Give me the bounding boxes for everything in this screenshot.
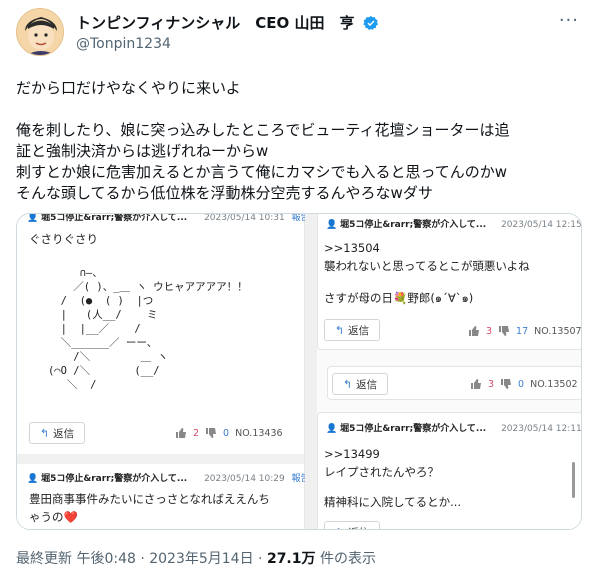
reply-label: 返信 bbox=[356, 378, 378, 391]
vote-bar: 3 0 NO.13502 bbox=[470, 378, 578, 390]
post-number: NO.13507 bbox=[534, 325, 582, 337]
reply-button[interactable]: ↰ 返信 bbox=[29, 422, 85, 444]
display-name[interactable]: トンピンフィナンシャル CEO 山田 亨 bbox=[76, 12, 379, 35]
tweet-line: 刺すとか娘に危害加えるとか言うて俺にカマシでも入ると思ってんのかw bbox=[16, 163, 508, 181]
reply-button[interactable]: ↰ 返信 bbox=[332, 373, 388, 395]
thumbs-up-icon[interactable] bbox=[470, 378, 482, 390]
post-user: 堀5コ停止&rarr;警察が介入して... bbox=[340, 220, 487, 230]
vote-bar: 2 0 NO.13436 bbox=[175, 427, 283, 439]
downvote-count: 17 bbox=[516, 325, 529, 337]
reply-arrow-icon: ↰ bbox=[342, 377, 353, 391]
left-column: 👤 堀5コ停止&rarr;警察が介入して... 2023/05/14 10:31… bbox=[17, 214, 310, 529]
post-text: ぐさりぐさり bbox=[29, 232, 98, 246]
reply-label: 返信 bbox=[348, 525, 369, 530]
upvote-count: 3 bbox=[488, 378, 495, 390]
post-text: レイプされたんやろ？ bbox=[324, 465, 439, 479]
right-column: 👤 堀5コ停止&rarr;警察が介入して... 2023/05/14 12:15… bbox=[317, 214, 581, 529]
reply-button[interactable]: ↰ 返信 bbox=[324, 319, 380, 341]
upvote-count: 2 bbox=[193, 427, 200, 439]
view-count: 27.1万 bbox=[266, 551, 316, 567]
post-date: 2023/05/14 10:31 bbox=[204, 213, 285, 223]
post-text: >>13499 bbox=[324, 447, 380, 461]
view-label: 件の表示 bbox=[315, 551, 376, 567]
downvote-count: 0 bbox=[223, 427, 230, 439]
post-text: >>13504 bbox=[324, 241, 380, 255]
post-user: 堀5コ停止&rarr;警察が介入して... bbox=[340, 424, 487, 434]
tweet-text: だから口だけやなくやりに来いよ 俺を刺したり、娘に突っ込みしたところでビューティ… bbox=[16, 78, 583, 204]
tweet-line: そんな頭してるから低位株を浮動株分空売するんやろなwダサ bbox=[16, 184, 433, 202]
thumbs-down-icon[interactable] bbox=[500, 378, 512, 390]
post-number: NO.13502 bbox=[530, 378, 578, 390]
user-icon: 👤 bbox=[27, 213, 39, 223]
avatar[interactable] bbox=[16, 8, 64, 56]
timestamp[interactable]: 最終更新 午後0:48 · 2023年5月14日 · bbox=[16, 551, 267, 567]
post-text: 精神科に入院してるとか... bbox=[324, 495, 462, 509]
post-card: ↰ 返信 3 0 NO.13502 bbox=[327, 366, 581, 400]
post-text: さすが母の日💐野郎(๑´∀`๑) bbox=[324, 291, 474, 305]
post-meta: 👤 堀5コ停止&rarr;警察が介入して... 2023/05/14 10:29… bbox=[27, 471, 310, 484]
tweet-line: 証と強制決済からは逃げれねーからw bbox=[16, 142, 269, 160]
vote-bar: 3 17 NO.13507 bbox=[468, 325, 582, 337]
post-text: 襲われないと思ってるとこが頭悪いよね bbox=[324, 259, 530, 273]
post-date: 2023/05/14 10:29 bbox=[204, 474, 285, 484]
post-user: 堀5コ停止&rarr;警察が介入して... bbox=[41, 213, 188, 223]
more-options-icon[interactable]: ··· bbox=[559, 10, 579, 31]
user-icon: 👤 bbox=[326, 220, 338, 230]
user-icon: 👤 bbox=[326, 424, 338, 434]
post-card: 👤 堀5コ停止&rarr;警察が介入して... 2023/05/14 12:15… bbox=[317, 214, 582, 350]
scrollbar[interactable] bbox=[572, 462, 575, 498]
post-meta: 👤 堀5コ停止&rarr;警察が介入して... 2023/05/14 12:11… bbox=[326, 421, 582, 434]
divider bbox=[17, 454, 304, 464]
post-user: 堀5コ停止&rarr;警察が介入して... bbox=[41, 474, 188, 484]
thumbs-down-icon[interactable] bbox=[205, 427, 217, 439]
reply-arrow-icon: ↰ bbox=[335, 526, 344, 530]
reply-arrow-icon: ↰ bbox=[334, 323, 345, 337]
reply-label: 返信 bbox=[53, 427, 75, 440]
reply-button[interactable]: ↰ 返信 bbox=[324, 521, 380, 530]
post-meta: 👤 堀5コ停止&rarr;警察が介入して... 2023/05/14 10:31… bbox=[27, 213, 310, 223]
reply-arrow-icon: ↰ bbox=[39, 426, 50, 440]
downvote-count: 0 bbox=[518, 378, 525, 390]
tweet-footer: 最終更新 午後0:48 · 2023年5月14日 · 27.1万 件の表示 bbox=[16, 548, 376, 568]
tweet-line: だから口だけやなくやりに来いよ bbox=[16, 79, 241, 97]
post-text: 豊田商事事件みたいにさっさとなればええんち bbox=[29, 492, 270, 506]
upvote-count: 3 bbox=[486, 325, 493, 337]
verified-badge-icon bbox=[363, 15, 379, 35]
tweet-image[interactable]: 👤 堀5コ停止&rarr;警察が介入して... 2023/05/14 10:31… bbox=[16, 213, 582, 530]
thumbs-up-icon[interactable] bbox=[468, 325, 480, 337]
display-name-text: トンピンフィナンシャル CEO 山田 亨 bbox=[76, 14, 355, 32]
ascii-art: ∩—、 ／( )、_＿ ヽ ウヒャアアアア！！ / (● ( ) |つ | (人… bbox=[47, 267, 248, 391]
post-card: 👤 堀5コ停止&rarr;警察が介入して... 2023/05/14 12:11… bbox=[317, 412, 582, 530]
post-meta: 👤 堀5コ停止&rarr;警察が介入して... 2023/05/14 12:15… bbox=[326, 217, 582, 230]
column-divider bbox=[305, 214, 317, 529]
post-text: ゃうの❤️ bbox=[29, 510, 78, 524]
post-date: 2023/05/14 12:15 bbox=[501, 220, 582, 230]
reply-label: 返信 bbox=[348, 324, 370, 337]
thumbs-down-icon[interactable] bbox=[498, 325, 510, 337]
thumbs-up-icon[interactable] bbox=[175, 427, 187, 439]
post-number: NO.13436 bbox=[235, 427, 283, 439]
post-date: 2023/05/14 12:11 bbox=[501, 424, 582, 434]
tweet-line: 俺を刺したり、娘に突っ込みしたところでビューティ花壇ショーターは追 bbox=[16, 121, 510, 139]
user-icon: 👤 bbox=[27, 474, 39, 484]
handle[interactable]: @Tonpin1234 bbox=[76, 36, 171, 52]
